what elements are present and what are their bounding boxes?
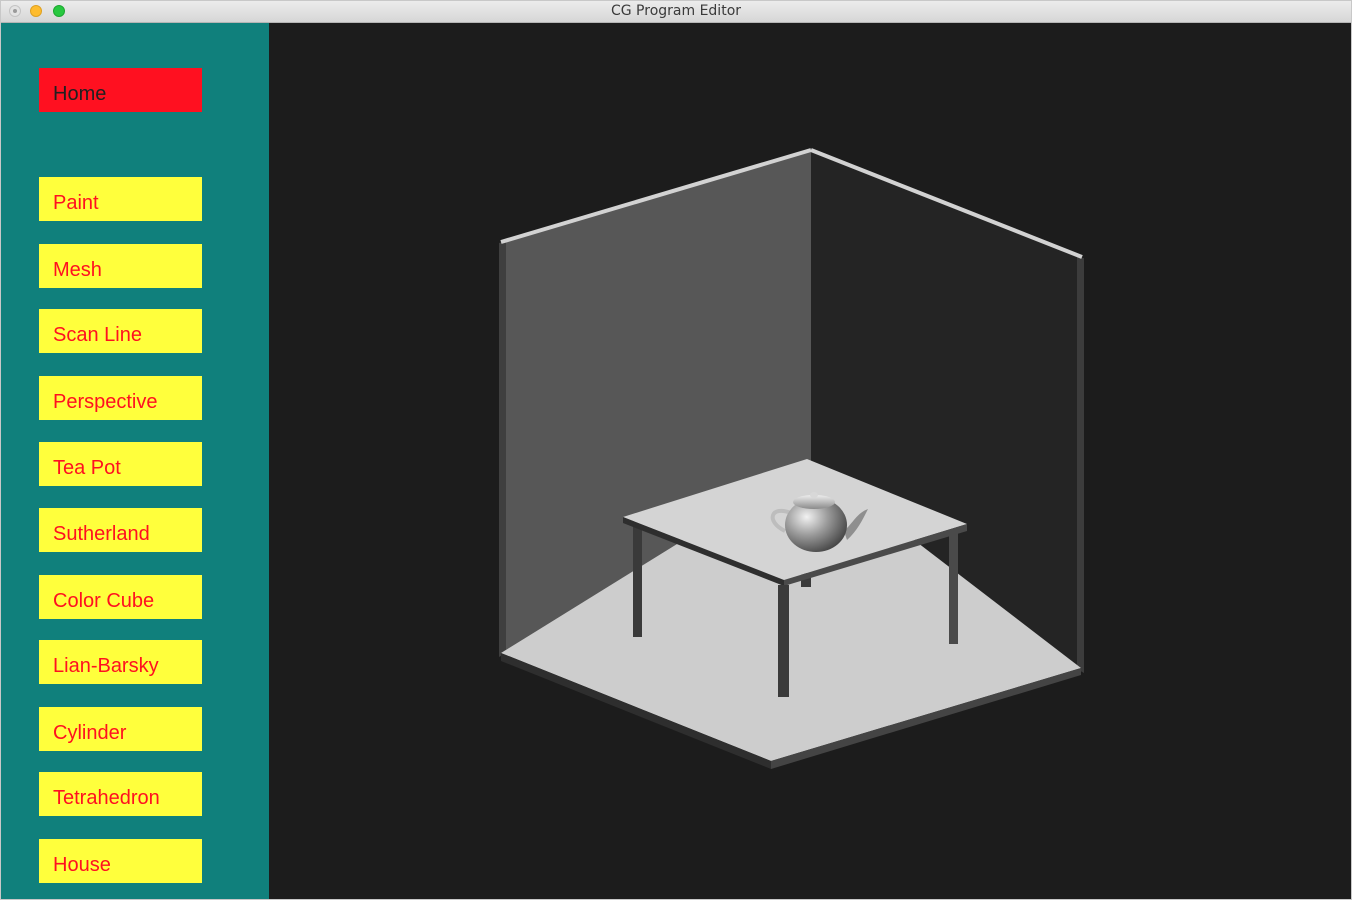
table-leg-back-left	[633, 525, 642, 637]
left-wall-edge	[499, 241, 506, 657]
room-scene	[499, 148, 1084, 769]
teapot-knob	[810, 492, 818, 498]
menu-item-paint[interactable]: Paint	[39, 177, 202, 221]
table-leg-back-right	[949, 531, 958, 644]
home-button[interactable]: Home	[39, 68, 202, 112]
menu-item-scan-line[interactable]: Scan Line	[39, 309, 202, 353]
title-bar: CG Program Editor	[1, 1, 1351, 23]
sidebar-menu: Home Paint Mesh Scan Line Perspective Te…	[1, 23, 269, 899]
render-viewport[interactable]	[269, 23, 1351, 899]
menu-item-tea-pot[interactable]: Tea Pot	[39, 442, 202, 486]
menu-item-perspective[interactable]: Perspective	[39, 376, 202, 420]
right-wall-edge	[1077, 257, 1084, 673]
menu-item-lian-barsky[interactable]: Lian-Barsky	[39, 640, 202, 684]
app-window: CG Program Editor Home Paint Mesh Scan L…	[0, 0, 1352, 900]
menu-item-house[interactable]: House	[39, 839, 202, 883]
menu-item-cylinder[interactable]: Cylinder	[39, 707, 202, 751]
menu-item-tetrahedron[interactable]: Tetrahedron	[39, 772, 202, 816]
menu-item-sutherland[interactable]: Sutherland	[39, 508, 202, 552]
menu-item-mesh[interactable]: Mesh	[39, 244, 202, 288]
window-title: CG Program Editor	[610, 3, 742, 19]
background-strip	[1352, 0, 1362, 906]
table-leg-front	[778, 585, 789, 697]
menu-item-color-cube[interactable]: Color Cube	[39, 575, 202, 619]
